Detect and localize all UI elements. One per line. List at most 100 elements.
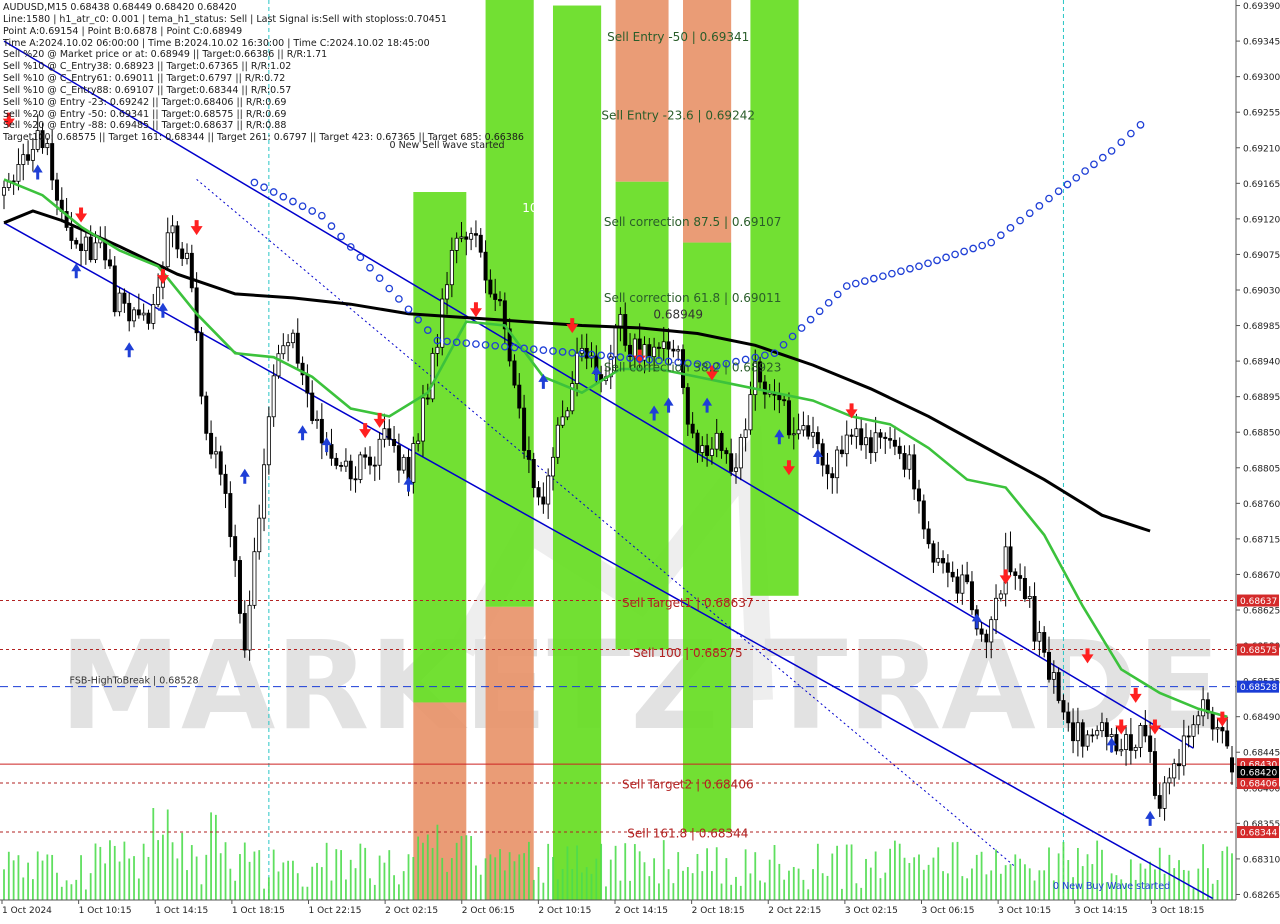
candle-body	[989, 619, 994, 643]
candle-body	[54, 179, 59, 201]
price-tick-label: 0.68625	[1243, 607, 1280, 617]
candle-body	[156, 286, 161, 305]
candle-body	[965, 574, 970, 583]
time-tick-label: 3 Oct 18:15	[1151, 906, 1204, 916]
candle-body	[998, 593, 1003, 599]
candle-body	[353, 478, 358, 481]
time-tick-label: 1 Oct 18:15	[232, 906, 285, 916]
candle-body	[165, 232, 170, 268]
candle-body	[228, 493, 233, 537]
candle-body	[994, 597, 999, 621]
candle-body	[305, 374, 310, 394]
candle-body	[420, 397, 425, 442]
candle-body	[656, 346, 661, 349]
candle-body	[425, 397, 430, 400]
candle-body	[286, 342, 291, 347]
annotation-label: 100	[522, 201, 545, 215]
candle-body	[40, 130, 45, 149]
candle-body	[777, 394, 782, 401]
candle-body	[281, 345, 286, 355]
candle-body	[815, 432, 820, 445]
candle-body	[791, 433, 796, 436]
time-tick-label: 2 Oct 02:15	[385, 906, 438, 916]
candle-body	[835, 449, 840, 479]
candle-body	[536, 487, 541, 498]
candle-body	[266, 416, 271, 466]
candle-body	[1114, 734, 1119, 752]
candle-body	[1210, 712, 1215, 730]
candle-body	[613, 325, 618, 358]
candle-body	[729, 453, 734, 472]
price-tick-label: 0.69390	[1243, 2, 1280, 12]
candle-body	[488, 279, 493, 295]
candle-body	[112, 265, 117, 313]
candle-body	[661, 341, 666, 349]
candle-body	[411, 443, 416, 483]
candle-body	[825, 464, 830, 475]
price-tick-label: 0.69165	[1243, 180, 1280, 190]
candle-body	[546, 475, 551, 505]
candle-body	[517, 384, 522, 409]
candle-body	[522, 407, 527, 451]
annotation-label: Sell Target1 | 0.68637	[622, 596, 754, 610]
candle-body	[430, 353, 435, 400]
annotation-label: Sell Entry -23.6 | 0.69242	[601, 108, 755, 122]
candle-body	[844, 434, 849, 455]
candle-body	[748, 394, 753, 431]
candle-body	[334, 457, 339, 466]
candle-body	[107, 259, 112, 267]
candle-body	[1109, 734, 1114, 737]
candle-body	[782, 399, 787, 402]
candle-body	[343, 460, 348, 467]
candle-body	[555, 424, 560, 458]
candle-body	[945, 562, 950, 573]
candle-body	[811, 432, 816, 437]
time-tick-label: 3 Oct 02:15	[845, 906, 898, 916]
candle-body	[666, 341, 671, 350]
candle-body	[329, 444, 334, 459]
candle-body	[1042, 632, 1047, 653]
annotation-label: Sell 161.8 | 0.68344	[627, 827, 748, 841]
candle-body	[541, 496, 546, 505]
time-tick-label: 2 Oct 14:15	[615, 906, 668, 916]
candle-body	[45, 143, 50, 149]
candle-body	[83, 236, 88, 252]
candle-body	[738, 437, 743, 469]
price-tick-label: 0.69210	[1243, 144, 1280, 154]
candle-body	[1090, 734, 1095, 737]
candle-body	[339, 465, 344, 467]
candle-body	[1085, 734, 1090, 747]
candle-body	[459, 236, 464, 239]
candle-body	[464, 236, 469, 240]
annotation-label: 0.68949	[653, 308, 703, 322]
price-tick-label: 0.68940	[1243, 358, 1280, 368]
candle-body	[786, 400, 791, 436]
candle-body	[170, 225, 175, 234]
price-chart[interactable]: MARKETZITRADE Sell Entry -50 | 0.69341Se…	[0, 0, 1280, 920]
candle-body	[839, 449, 844, 455]
candle-body	[204, 395, 209, 434]
candle-body	[1071, 722, 1076, 742]
candle-body	[907, 454, 912, 470]
price-tag-label: 0.68528	[1240, 683, 1277, 693]
candle-body	[700, 445, 705, 453]
annotation-label: Sell Target2 | 0.68406	[622, 778, 754, 792]
candle-body	[868, 437, 873, 454]
candle-body	[1080, 722, 1085, 747]
candle-body	[310, 392, 315, 421]
candle-body	[512, 360, 517, 386]
candle-body	[50, 143, 55, 181]
time-tick-label: 1 Oct 22:15	[309, 906, 362, 916]
candle-body	[1104, 722, 1109, 737]
candle-body	[498, 299, 503, 302]
candle-body	[690, 423, 695, 434]
price-tick-label: 0.68265	[1243, 891, 1280, 901]
annotation-label: Sell 100 | 0.68575	[633, 646, 743, 660]
candle-body	[449, 250, 454, 286]
candle-body	[122, 292, 127, 304]
candle-body	[709, 448, 714, 456]
price-tick-label: 0.69255	[1243, 109, 1280, 119]
candle-body	[233, 536, 238, 561]
price-tick-label: 0.68850	[1243, 429, 1280, 439]
candle-body	[74, 240, 79, 245]
